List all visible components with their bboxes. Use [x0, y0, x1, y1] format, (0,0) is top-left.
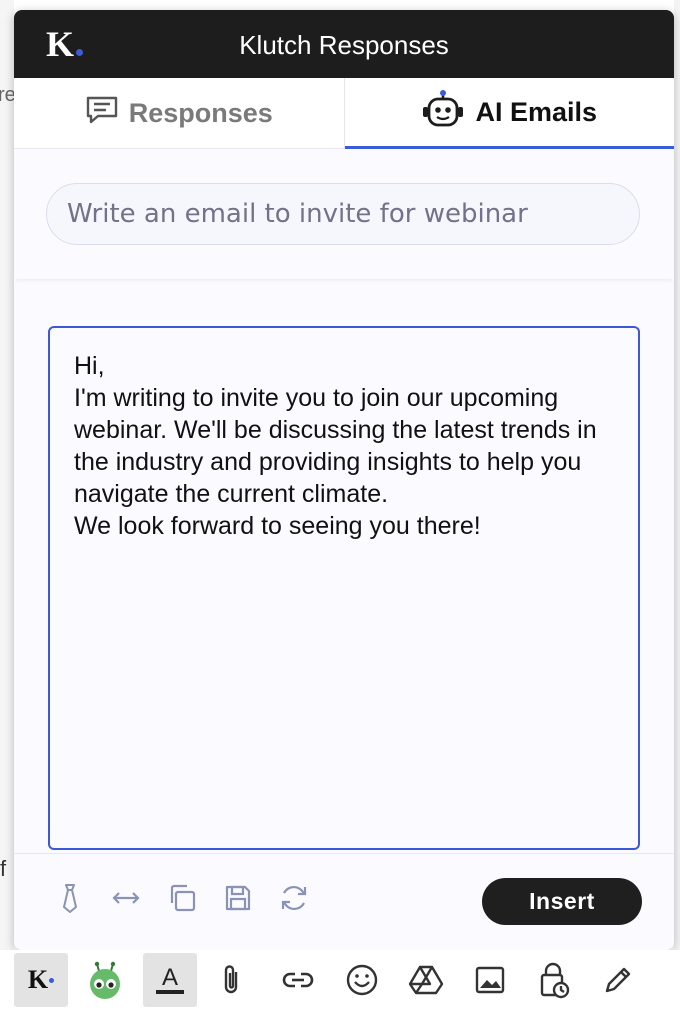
attachment-icon[interactable]: [210, 953, 254, 1007]
popup-title: Klutch Responses: [239, 30, 449, 60]
link-icon[interactable]: [276, 953, 320, 1007]
popup-header: K Klutch Responses: [14, 10, 674, 78]
insert-button[interactable]: Insert: [482, 878, 642, 925]
email-body-textarea[interactable]: Hi, I'm writing to invite you to join ou…: [48, 326, 640, 850]
tab-responses-label: Responses: [128, 97, 273, 128]
popup-tool-icons: [54, 882, 310, 914]
confidential-lock-icon[interactable]: [532, 953, 576, 1007]
text-format-icon[interactable]: A: [143, 953, 197, 1007]
compose-toolbar: K A: [0, 950, 680, 1032]
expand-horizontal-icon[interactable]: [110, 882, 142, 914]
bot-extension-icon[interactable]: [80, 953, 130, 1007]
image-icon[interactable]: [468, 953, 512, 1007]
save-icon[interactable]: [222, 882, 254, 914]
copy-icon[interactable]: [166, 882, 198, 914]
signature-pen-icon[interactable]: [596, 953, 640, 1007]
tab-ai-emails-label: AI Emails: [475, 96, 598, 127]
prompt-input[interactable]: Write an email to invite for webinar: [46, 183, 640, 245]
tie-icon[interactable]: [54, 882, 86, 914]
chat-bubble-icon: [85, 95, 119, 132]
klutch-responses-popup: K Klutch Responses Responses AI Emails W…: [14, 10, 674, 950]
background-right-edge: [674, 0, 680, 1032]
prompt-section: Write an email to invite for webinar: [14, 149, 674, 279]
robot-icon: [421, 89, 465, 136]
tab-ai-emails[interactable]: AI Emails: [344, 78, 674, 149]
background-text-fragment: f: [0, 856, 7, 881]
footer-divider: [14, 853, 674, 854]
emoji-icon[interactable]: [340, 953, 384, 1007]
klutch-logo-icon[interactable]: K: [14, 953, 68, 1007]
tab-responses[interactable]: Responses: [14, 78, 345, 148]
drive-icon[interactable]: [404, 953, 448, 1007]
tab-bar: Responses AI Emails: [14, 78, 674, 149]
svg-text:A: A: [162, 964, 178, 991]
refresh-icon[interactable]: [278, 882, 310, 914]
